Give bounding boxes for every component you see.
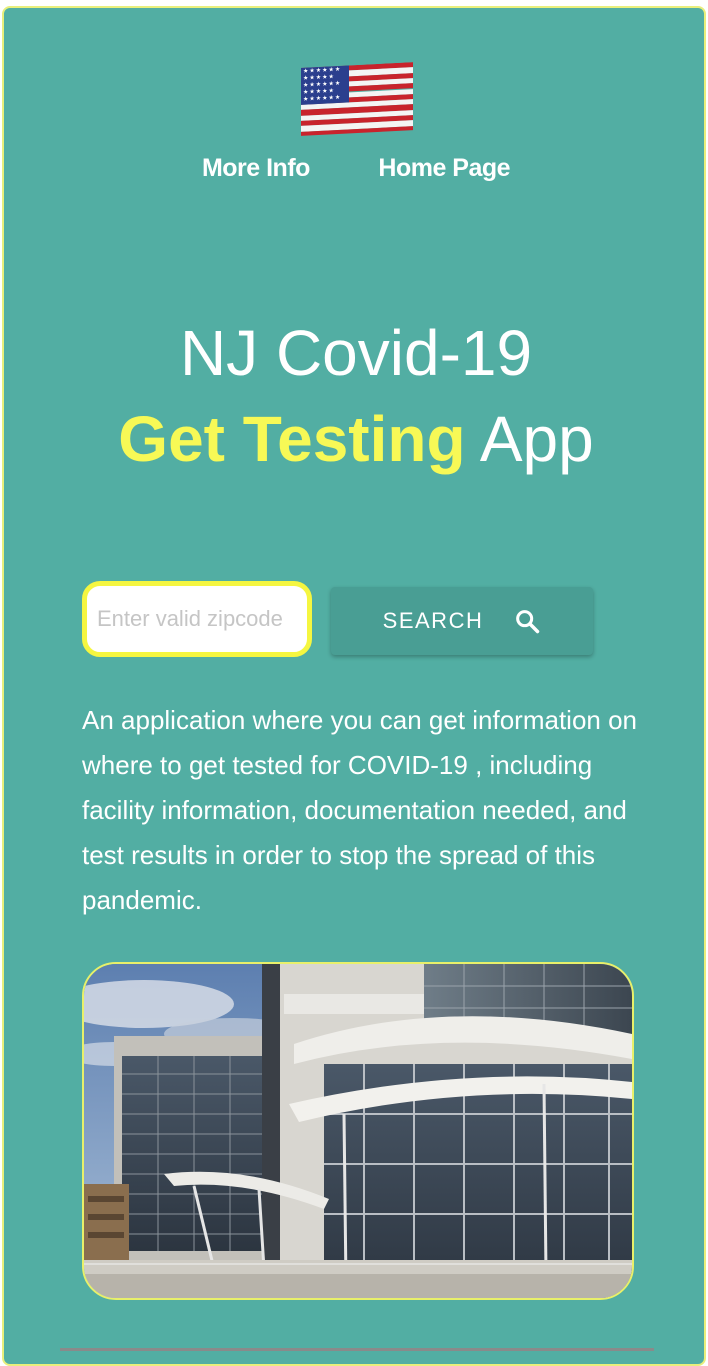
home-page-link[interactable]: Home Page	[378, 154, 510, 183]
app-container: ★★★★★★ ★★★★★ ★★★★★★ ★★★★★ ★★★★★★ More In…	[2, 6, 706, 1366]
us-flag-icon: ★★★★★★ ★★★★★ ★★★★★★ ★★★★★ ★★★★★★	[301, 62, 413, 136]
building-image	[84, 964, 632, 1298]
search-icon	[516, 610, 540, 634]
search-button-label: SEARCH	[382, 608, 484, 633]
app-description: An application where you can get informa…	[82, 705, 638, 915]
zipcode-input[interactable]	[82, 581, 312, 657]
section-divider	[60, 1348, 654, 1351]
flag-stars: ★★★★★★ ★★★★★ ★★★★★★ ★★★★★ ★★★★★★	[301, 65, 349, 105]
page-title: NJ Covid-19 Get Testing App	[4, 310, 704, 482]
more-info-link[interactable]: More Info	[202, 154, 311, 183]
title-line1: NJ Covid-19	[179, 317, 533, 389]
facility-photo	[82, 962, 634, 1300]
title-suffix: App	[479, 403, 594, 475]
search-button[interactable]: SEARCH	[331, 587, 593, 655]
title-accent: Get Testing	[118, 403, 466, 475]
top-nav: More Info Home Page	[4, 154, 704, 183]
